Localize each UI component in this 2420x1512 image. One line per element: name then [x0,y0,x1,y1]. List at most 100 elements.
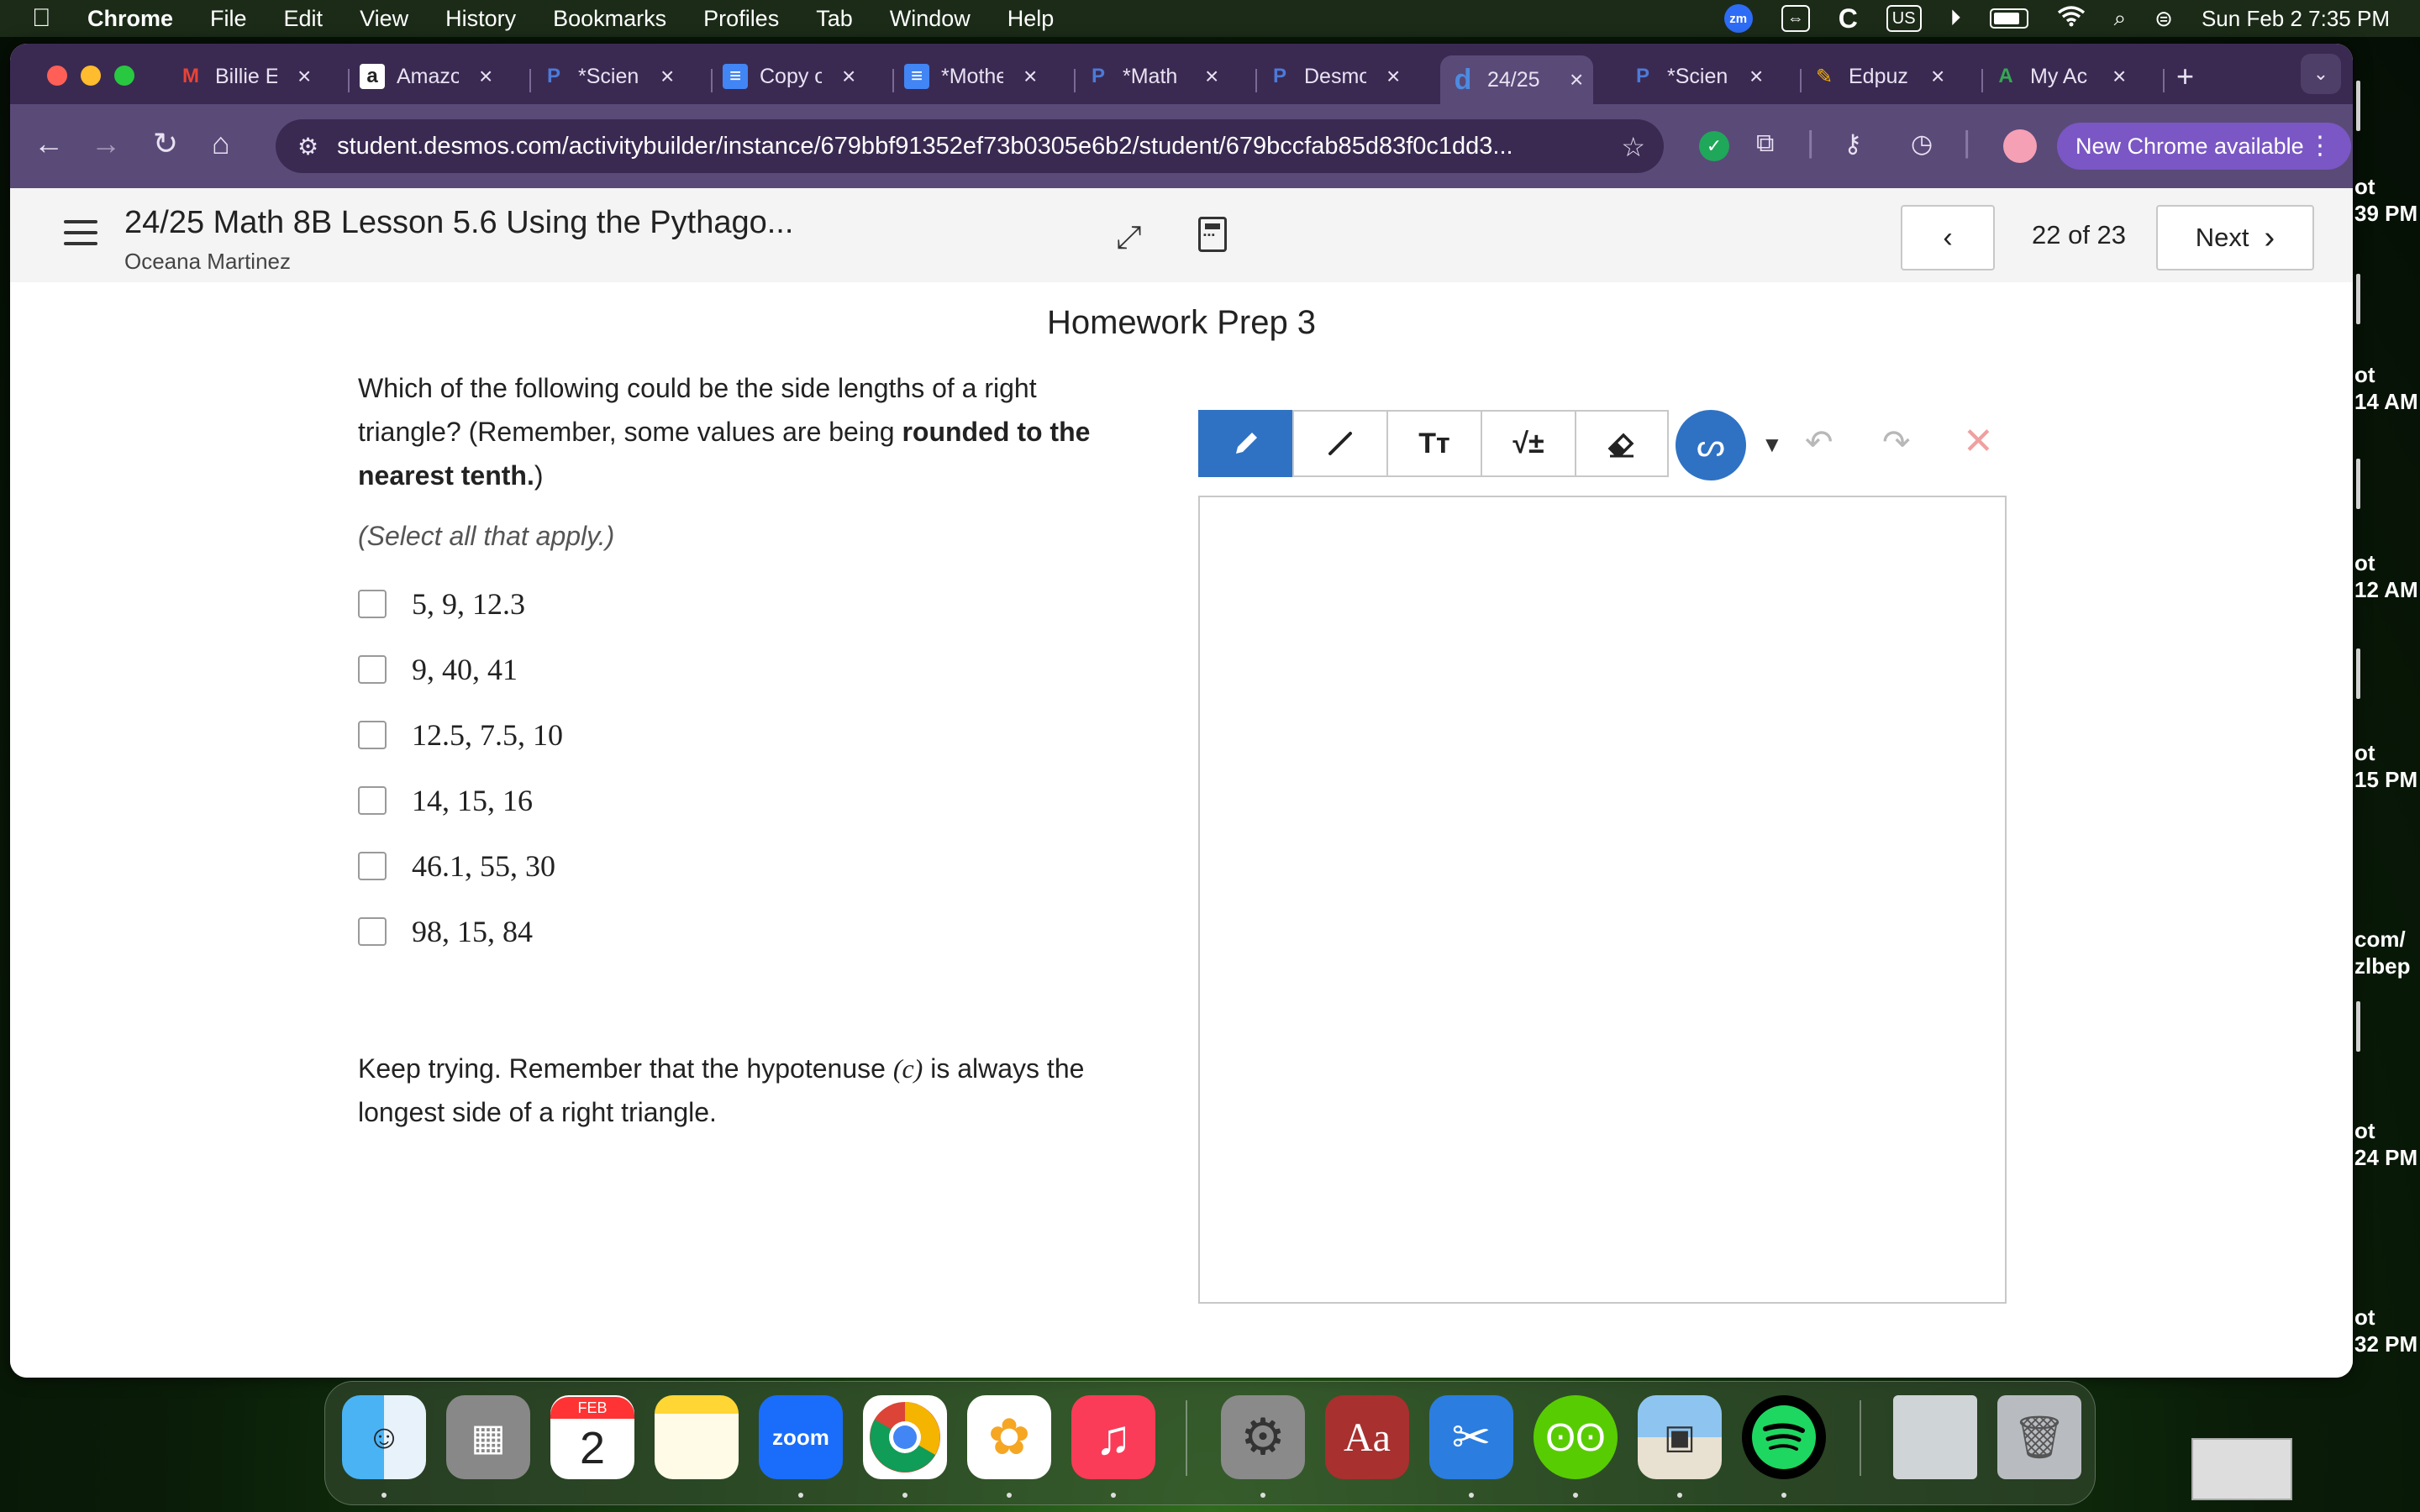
previous-screen-button[interactable]: ‹ [1901,205,1995,270]
choice-checkbox[interactable] [358,721,387,749]
tab-close-icon[interactable]: × [1749,63,1763,90]
control-center-icon[interactable]: ⊜ [2154,6,2173,32]
tab-edpuzzle[interactable]: ✎ Edpuz × [1812,55,1944,97]
choice-checkbox[interactable] [358,852,387,880]
text-tool-button[interactable]: Tт [1386,410,1481,477]
duolingo-icon[interactable]: ʘʘ [1534,1395,1618,1479]
tab-google-doc-mother[interactable]: ≡ *Mothe × [904,55,1037,97]
tab-amazon[interactable]: a Amazo × [360,55,492,97]
tab-search-chevron-icon[interactable]: ⌄ [2301,54,2341,94]
input-source-icon[interactable]: US [1886,5,1922,32]
choice-option[interactable]: 12.5, 7.5, 10 [358,702,563,768]
new-tab-button[interactable]: + [2176,59,2194,94]
tab-google-doc-copy[interactable]: ≡ Copy o × [723,55,855,97]
choice-option[interactable]: 9, 40, 41 [358,637,563,702]
pen-tool-button[interactable] [1198,410,1292,477]
tab-pear-deck-desmos[interactable]: P Desmo × [1267,55,1400,97]
tab-close-icon[interactable]: × [1023,63,1037,90]
menu-view[interactable]: View [360,6,408,32]
trash-icon[interactable]: 🗑 [1997,1395,2081,1479]
tab-close-icon[interactable]: × [1570,66,1583,93]
launchpad-icon[interactable]: ▦ [446,1395,530,1479]
extensions-puzzle-icon[interactable]: ⧉ [1756,129,1774,158]
home-icon[interactable]: ⌂ [212,126,230,161]
photos-icon[interactable]: ✿ [967,1395,1051,1479]
notes-icon[interactable] [655,1395,739,1479]
new-chrome-available-button[interactable]: New Chrome available ⋮ [2057,123,2351,170]
caret-down-icon[interactable]: ▼ [1761,432,1783,458]
extension-check-icon[interactable]: ✓ [1699,131,1729,161]
tab-pear-deck-math[interactable]: P *Math × [1086,55,1218,97]
menu-window[interactable]: Window [890,6,971,32]
redo-icon[interactable]: ↷ [1882,423,1911,462]
tab-my-account[interactable]: A My Ac × [1993,55,2126,97]
apple-icon[interactable]:  [32,4,62,33]
forward-arrow-icon[interactable]: → [91,126,121,161]
menu-edit[interactable]: Edit [284,6,324,32]
menu-bookmarks[interactable]: Bookmarks [553,6,666,32]
system-settings-gear-icon[interactable]: ⚙ [1221,1395,1305,1479]
clear-x-icon[interactable]: ✕ [1963,420,1994,463]
site-info-icon[interactable]: ⚙ [297,133,318,160]
close-window-button[interactable] [47,66,67,86]
tab-close-icon[interactable]: × [297,63,311,90]
hamburger-menu-icon[interactable] [64,220,97,253]
play-icon[interactable]: ⏵ [1950,5,1961,32]
choice-checkbox[interactable] [358,786,387,815]
tab-desmos-active[interactable]: d 24/25 × [1440,55,1594,104]
history-clock-icon[interactable]: ◷ [1911,129,1933,159]
menu-chrome[interactable]: Chrome [87,6,173,32]
bookmark-star-icon[interactable]: ☆ [1621,131,1645,163]
math-tool-button[interactable]: √± [1481,410,1575,477]
undo-icon[interactable]: ↶ [1805,423,1833,462]
tab-pear-deck-science-2[interactable]: P *Scien × [1630,55,1763,97]
page-counter[interactable]: 22 of 23 [2032,220,2126,250]
choice-option[interactable]: 98, 15, 84 [358,899,563,964]
choice-checkbox[interactable] [358,655,387,684]
tab-close-icon[interactable]: × [2112,63,2126,90]
back-arrow-icon[interactable]: ← [34,126,64,161]
calculator-icon[interactable] [1198,217,1227,252]
choice-option[interactable]: 14, 15, 16 [358,768,563,833]
chrome-menu-icon[interactable]: ⋮ [2307,131,2333,160]
profile-avatar[interactable] [2003,129,2037,163]
wifi-icon[interactable] [2057,5,2086,33]
reload-icon[interactable]: ↻ [153,126,178,161]
next-button[interactable]: Next › [2156,205,2314,270]
preview-icon[interactable]: ▣ [1638,1395,1722,1479]
tab-gmail[interactable]: M Billie E × [178,55,311,97]
expand-icon[interactable]: ⤢ [1116,220,1141,256]
c-app-icon[interactable]: C [1839,3,1858,34]
spotlight-search-icon[interactable]: ⌕ [2114,5,2127,32]
choice-checkbox[interactable] [358,917,387,946]
menubar-clock[interactable]: Sun Feb 2 7:35 PM [2202,6,2390,32]
line-tool-button[interactable] [1292,410,1386,477]
tab-close-icon[interactable]: × [1386,63,1400,90]
sketch-canvas[interactable] [1198,496,2007,1304]
address-bar[interactable]: ⚙ student.desmos.com/activitybuilder/ins… [276,119,1664,173]
menu-file[interactable]: File [210,6,247,32]
tab-close-icon[interactable]: × [1931,63,1944,90]
password-key-icon[interactable]: ⚷ [1844,129,1862,159]
tab-close-icon[interactable]: × [1205,63,1218,90]
chrome-icon[interactable] [863,1395,947,1479]
tab-close-icon[interactable]: × [479,63,492,90]
screen-share-icon[interactable]: ⇔ [1781,5,1810,32]
downloads-stack-icon[interactable] [1893,1395,1977,1479]
menu-help[interactable]: Help [1007,6,1055,32]
music-icon[interactable]: ♫ [1071,1395,1155,1479]
menu-profiles[interactable]: Profiles [703,6,779,32]
choice-checkbox[interactable] [358,590,387,618]
tab-close-icon[interactable]: × [842,63,855,90]
choice-option[interactable]: 5, 9, 12.3 [358,571,563,637]
tab-close-icon[interactable]: × [660,63,674,90]
zoom-icon[interactable]: zoom [759,1395,843,1479]
tab-pear-deck-science[interactable]: P *Scien × [541,55,674,97]
screenshot-thumbnail[interactable] [2191,1438,2292,1500]
finder-icon[interactable]: ☺ [342,1395,426,1479]
color-picker-button[interactable]: ᔕ [1676,410,1746,480]
choice-option[interactable]: 46.1, 55, 30 [358,833,563,899]
calendar-icon[interactable]: FEB 2 [550,1395,634,1479]
eraser-tool-button[interactable] [1575,410,1669,477]
menu-tab[interactable]: Tab [816,6,853,32]
